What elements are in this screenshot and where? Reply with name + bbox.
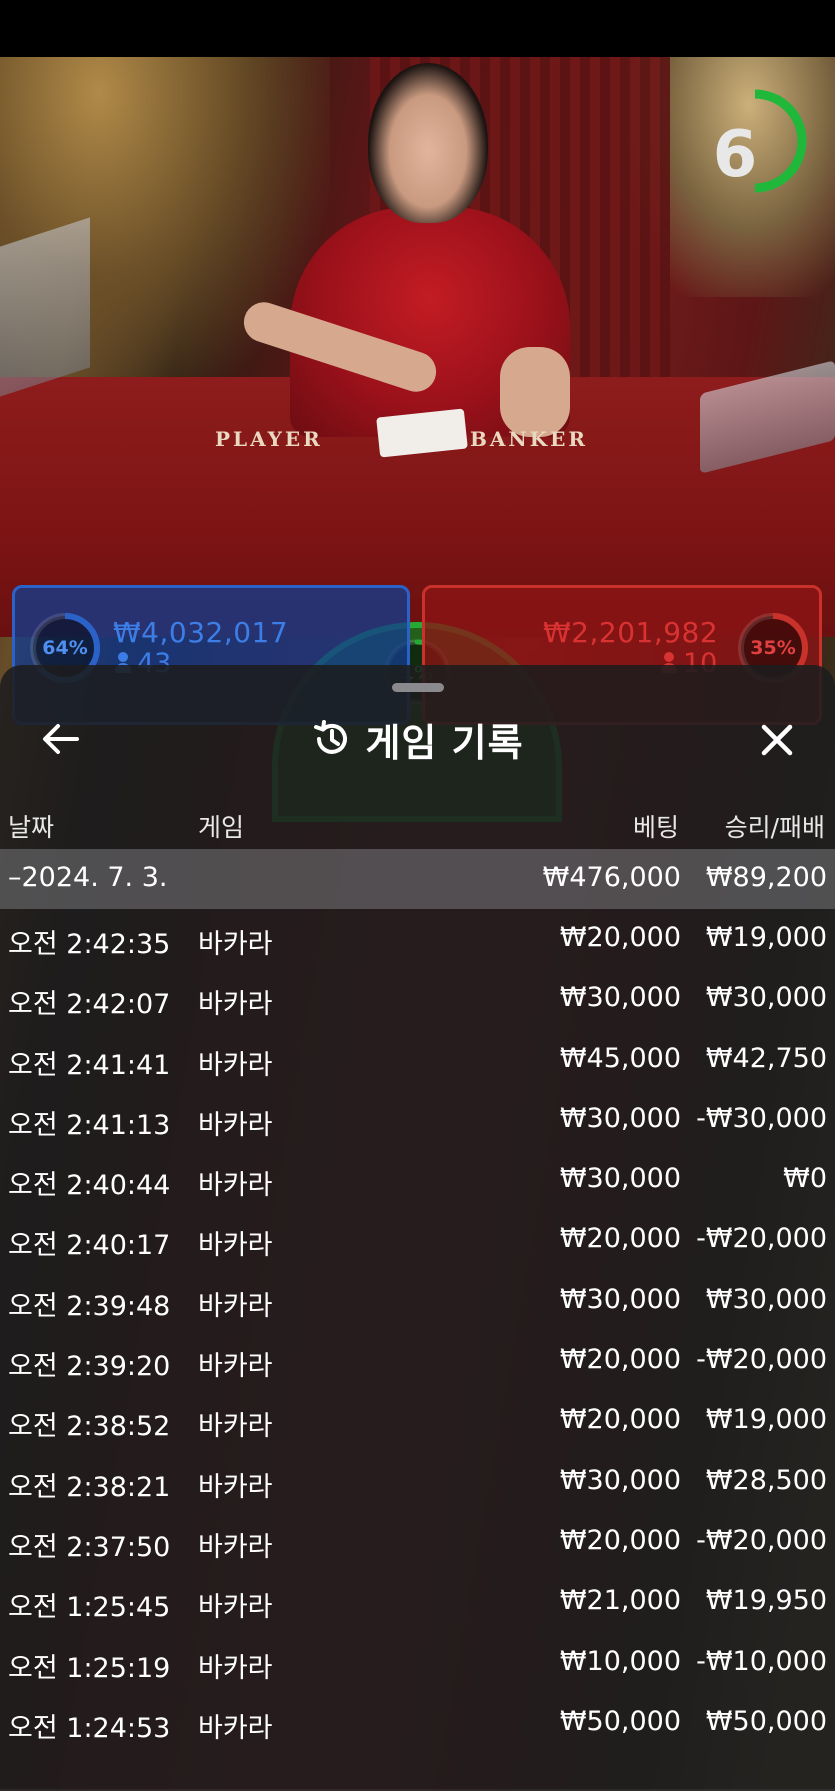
history-row-game: 바카라 [198, 1471, 273, 1503]
history-row-result: ₩0 [783, 1163, 827, 1195]
history-row-bet: ₩20,000 [559, 1404, 681, 1436]
history-row-time: 오전 2:37:50 [8, 1531, 171, 1563]
history-row-time: 오전 2:41:41 [8, 1049, 171, 1081]
history-row[interactable]: 오전 2:37:50 바카라 ₩20,000 -₩20,000 [0, 1512, 835, 1572]
history-row-time: 오전 2:41:13 [8, 1109, 171, 1141]
sheet-title: 게임 기록 [365, 720, 524, 765]
table-header: 날짜 게임 베팅 승리/패배 [0, 800, 835, 850]
history-row-bet: ₩30,000 [559, 1464, 681, 1496]
history-row-bet: ₩20,000 [559, 1344, 681, 1376]
dealer-head [368, 63, 488, 223]
history-row-time: 오전 2:38:52 [8, 1411, 171, 1443]
history-row[interactable]: 오전 2:40:44 바카라 ₩30,000 ₩0 [0, 1150, 835, 1210]
history-row-game: 바카라 [198, 1652, 273, 1684]
history-row-game: 바카라 [198, 1049, 273, 1081]
history-row-bet: ₩45,000 [559, 1042, 681, 1074]
history-row-bet: ₩10,000 [559, 1645, 681, 1677]
history-row[interactable]: 오전 2:38:52 바카라 ₩20,000 ₩19,000 [0, 1391, 835, 1451]
history-row-game: 바카라 [198, 1230, 273, 1262]
history-row-result: ₩50,000 [705, 1705, 827, 1737]
history-row-bet: ₩20,000 [559, 922, 681, 953]
history-row-game: 바카라 [198, 1531, 273, 1563]
history-row-game: 바카라 [198, 1712, 273, 1744]
history-list: 오전 2:42:35 바카라 ₩20,000 ₩19,000 오전 2:42:07 바카라… [0, 909, 835, 1753]
history-row-time: 오전 1:25:45 [8, 1592, 171, 1624]
column-header-bet: 베팅 [632, 813, 679, 842]
history-row-time: 오전 1:25:19 [8, 1652, 171, 1684]
history-row-time: 오전 2:39:20 [8, 1351, 171, 1383]
history-row-bet: ₩21,000 [559, 1585, 681, 1617]
history-row-result: -₩20,000 [696, 1524, 827, 1556]
history-row[interactable]: 오전 2:40:17 바카라 ₩20,000 -₩20,000 [0, 1210, 835, 1270]
history-row-game: 바카라 [198, 1109, 273, 1141]
sheet-header: 게임 기록 [0, 711, 835, 767]
column-header-result: 승리/패배 [724, 813, 825, 842]
history-row-bet: ₩50,000 [559, 1705, 681, 1737]
history-row-bet: ₩30,000 [559, 982, 681, 1014]
history-row[interactable]: 오전 2:39:20 바카라 ₩20,000 -₩20,000 [0, 1331, 835, 1391]
history-row-game: 바카라 [198, 929, 273, 960]
dealer-arm [500, 347, 570, 437]
history-row-result: -₩30,000 [696, 1102, 827, 1134]
history-row-game: 바카라 [198, 1411, 273, 1443]
history-row[interactable]: 오전 2:39:48 바카라 ₩30,000 ₩30,000 [0, 1271, 835, 1331]
close-x-icon [761, 724, 793, 756]
history-row-game: 바카라 [198, 1290, 273, 1322]
history-row-game: 바카라 [198, 1351, 273, 1383]
history-row-result: -₩20,000 [696, 1223, 827, 1255]
banker-percent: 35% [750, 637, 796, 659]
history-row[interactable]: 오전 2:38:21 바카라 ₩30,000 ₩28,500 [0, 1452, 835, 1512]
history-clock-icon [314, 720, 348, 754]
history-row[interactable]: 오전 2:41:41 바카라 ₩45,000 ₩42,750 [0, 1030, 835, 1090]
history-row-result: ₩19,950 [705, 1585, 827, 1617]
history-row-time: 오전 2:39:48 [8, 1290, 171, 1322]
history-row-result: ₩30,000 [705, 1283, 827, 1315]
history-row-bet: ₩20,000 [559, 1223, 681, 1255]
history-row-time: 오전 1:24:53 [8, 1712, 171, 1744]
history-row-bet: ₩30,000 [559, 1163, 681, 1195]
date-group-result-total: ₩89,200 [705, 862, 827, 893]
banker-bet-amount: ₩2,201,982 [543, 616, 719, 649]
date-group-label: –2024. 7. 3. [8, 862, 168, 893]
date-group-row[interactable]: –2024. 7. 3. ₩476,000 ₩89,200 [0, 849, 835, 909]
history-row-time: 오전 2:42:07 [8, 989, 171, 1021]
card-discard-tray [0, 217, 90, 397]
history-row-game: 바카라 [198, 989, 273, 1021]
history-row-time: 오전 2:40:44 [8, 1170, 171, 1202]
history-row[interactable]: 오전 2:42:07 바카라 ₩30,000 ₩30,000 [0, 969, 835, 1029]
column-header-date: 날짜 [8, 813, 55, 842]
history-row-result: -₩20,000 [696, 1344, 827, 1376]
game-history-sheet: 게임 기록 날짜 게임 베팅 승리/패배 –2024. 7. 3. ₩476,0… [0, 665, 835, 1791]
history-row-time: 오전 2:42:35 [8, 929, 171, 960]
sheet-drag-handle[interactable] [392, 683, 444, 692]
player-bet-amount: ₩4,032,017 [113, 616, 289, 649]
history-row-bet: ₩20,000 [559, 1524, 681, 1556]
history-row[interactable]: 오전 1:25:19 바카라 ₩10,000 -₩10,000 [0, 1633, 835, 1693]
close-button[interactable] [752, 715, 802, 765]
history-row-game: 바카라 [198, 1592, 273, 1624]
history-row[interactable]: 오전 2:41:13 바카라 ₩30,000 -₩30,000 [0, 1090, 835, 1150]
history-row-bet: ₩30,000 [559, 1283, 681, 1315]
player-percent: 64% [42, 637, 88, 659]
history-row-result: ₩42,750 [705, 1042, 827, 1074]
history-row-bet: ₩30,000 [559, 1102, 681, 1134]
table-label-player: PLAYER [215, 427, 323, 451]
history-row-result: -₩10,000 [696, 1645, 827, 1677]
history-row-time: 오전 2:40:17 [8, 1230, 171, 1262]
countdown-timer: 6 [712, 118, 758, 192]
history-row-result: ₩28,500 [705, 1464, 827, 1496]
history-row-game: 바카라 [198, 1170, 273, 1202]
history-row[interactable]: 오전 2:42:35 바카라 ₩20,000 ₩19,000 [0, 909, 835, 969]
history-row[interactable]: 오전 1:25:45 바카라 ₩21,000 ₩19,950 [0, 1572, 835, 1632]
column-header-game: 게임 [198, 813, 245, 842]
history-row-result: ₩19,000 [705, 922, 827, 953]
table-label-banker: BANKER [470, 427, 588, 451]
history-row[interactable]: 오전 1:24:53 바카라 ₩50,000 ₩50,000 [0, 1693, 835, 1753]
history-row-result: ₩30,000 [705, 982, 827, 1014]
history-row-result: ₩19,000 [705, 1404, 827, 1436]
date-group-bet-total: ₩476,000 [542, 862, 681, 893]
history-row-time: 오전 2:38:21 [8, 1471, 171, 1503]
